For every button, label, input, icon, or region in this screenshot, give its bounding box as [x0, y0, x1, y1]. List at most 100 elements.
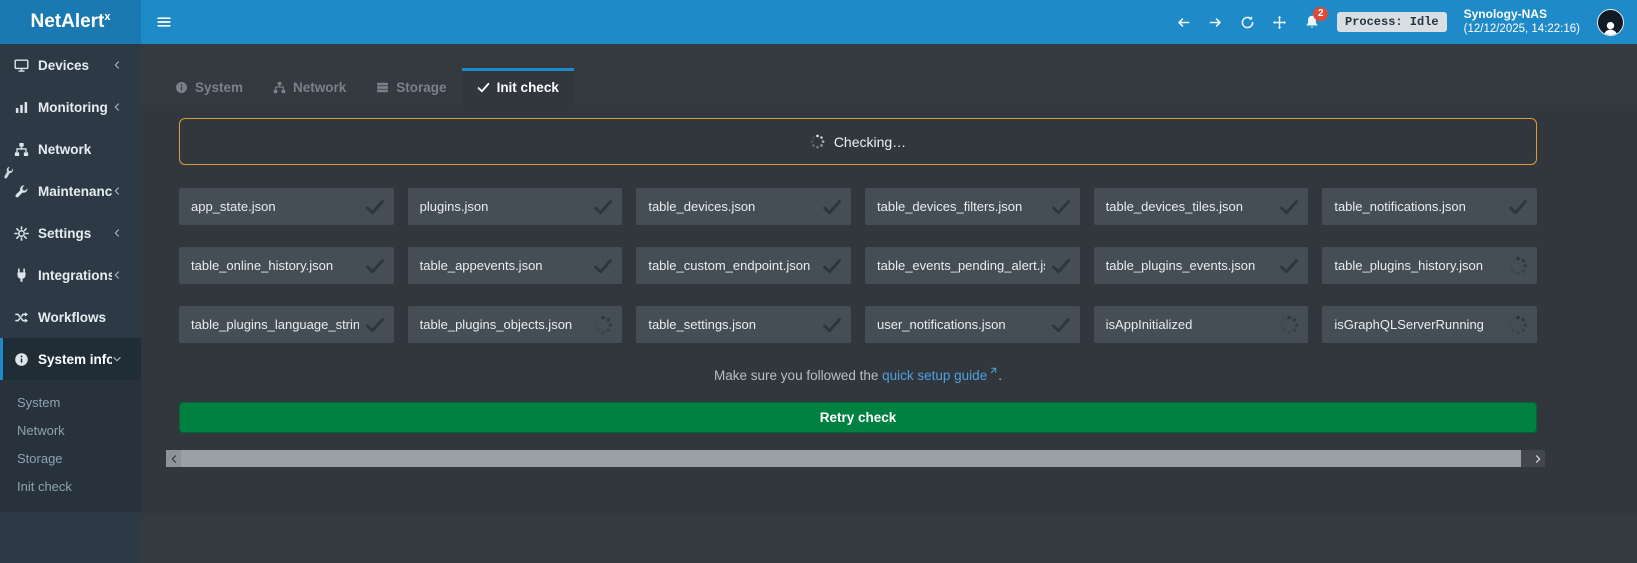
sidebar-subitem-storage[interactable]: Storage [0, 444, 141, 472]
sidebar-menu: Devices Monitoring Network Maintenance Setti… [0, 44, 141, 380]
top-navbar: NetAlertx 2 Process: Idle Synology-NAS (… [0, 0, 1637, 44]
sidebar-item-integrations[interactable]: Integrations [0, 254, 141, 296]
device-name: Synology-NAS [1464, 7, 1580, 23]
scroll-right-button[interactable] [1530, 450, 1545, 467]
arrow-left-icon [1176, 15, 1191, 30]
notification-badge: 2 [1313, 7, 1328, 21]
check-item-label: table_devices_filters.json [877, 199, 1022, 214]
scrollbar-track[interactable] [181, 450, 1530, 467]
scroll-left-button[interactable] [166, 450, 181, 467]
spinner-icon [810, 134, 825, 149]
sidebar-item-network[interactable]: Network [0, 128, 141, 170]
sidebar-subitem-network[interactable]: Network [0, 416, 141, 444]
plug-icon [14, 268, 29, 283]
check-item-table-custom-endpoint-json: table_custom_endpoint.json [636, 247, 851, 284]
sidebar: Devices Monitoring Network Maintenance Setti… [0, 44, 141, 563]
sidebar-item-devices[interactable]: Devices [0, 44, 141, 86]
sidebar-item-label: Maintenance [38, 184, 112, 199]
check-item-label: table_plugins_events.json [1106, 258, 1256, 273]
shuffle-icon [14, 310, 29, 325]
check-item-table-online-history-json: table_online_history.json [179, 247, 394, 284]
quick-setup-guide-link[interactable]: quick setup guide [882, 368, 987, 383]
tab-label: System [195, 80, 243, 95]
check-item-label: app_state.json [191, 199, 276, 214]
sidebar-item-settings[interactable]: Settings [0, 212, 141, 254]
check-item-table-plugins-history-json: table_plugins_history.json [1322, 247, 1537, 284]
notifications-button[interactable]: 2 [1304, 14, 1320, 30]
sidebar-subitem-init-check[interactable]: Init check [0, 472, 141, 500]
check-item-label: table_events_pending_alert.json [877, 258, 1045, 273]
scrollbar-thumb[interactable] [181, 450, 1521, 467]
check-item-label: plugins.json [420, 199, 489, 214]
tab-init-check[interactable]: Init check [462, 68, 574, 105]
navbar-actions: 2 Process: Idle Synology-NAS (12/12/2025… [1176, 0, 1637, 44]
check-item-isappinitialized: isAppInitialized [1094, 306, 1309, 343]
check-item-label: table_plugins_objects.json [420, 317, 573, 332]
tab-network[interactable]: Network [258, 68, 361, 105]
sidebar-toggle-button[interactable] [156, 14, 172, 30]
check-item-table-appevents-json: table_appevents.json [408, 247, 623, 284]
check-item-table-devices-tiles-json: table_devices_tiles.json [1094, 188, 1309, 225]
brand-sup: x [104, 12, 110, 23]
move-icon [1272, 15, 1287, 30]
spinner-icon [593, 315, 613, 335]
checking-message: Checking… [834, 134, 906, 150]
check-item-isgraphqlserverrunning: isGraphQLServerRunning [1322, 306, 1537, 343]
external-link-icon [988, 367, 997, 376]
desktop-icon [14, 58, 29, 73]
user-avatar[interactable] [1597, 9, 1624, 36]
check-item-label: isGraphQLServerRunning [1334, 317, 1484, 332]
refresh-button[interactable] [1240, 15, 1255, 30]
gear-icon [14, 226, 29, 241]
sitemap-icon [14, 142, 29, 157]
check-item-label: table_settings.json [648, 317, 756, 332]
check-item-table-events-pending-alert-json: table_events_pending_alert.json [865, 247, 1080, 284]
chart-icon [14, 100, 29, 115]
info-circle-icon [175, 81, 188, 94]
brand-logo[interactable]: NetAlertx [0, 0, 141, 44]
check-icon [477, 81, 490, 94]
setup-hint-suffix: . [998, 368, 1002, 383]
chevron-down-icon [112, 354, 122, 364]
tab-system[interactable]: System [160, 68, 258, 105]
wrench-icon [14, 184, 29, 199]
move-button[interactable] [1272, 15, 1287, 30]
check-item-label: table_plugins_language_strings.json [191, 317, 359, 332]
hdd-icon [376, 81, 389, 94]
main-content: System NetworkStorageInit check Checking…… [141, 44, 1637, 563]
device-info: Synology-NAS (12/12/2025, 14:22:16) [1464, 7, 1580, 38]
chevron-left-icon [112, 186, 122, 196]
sidebar-subitem-system[interactable]: System [0, 388, 141, 416]
sidebar-item-label: Monitoring [38, 100, 108, 115]
spinner-icon [1508, 315, 1528, 335]
check-item-table-settings-json: table_settings.json [636, 306, 851, 343]
check-item-label: table_appevents.json [420, 258, 543, 273]
check-icon [1051, 315, 1071, 335]
check-icon [1279, 197, 1299, 217]
sidebar-item-system-info[interactable]: System info [0, 338, 141, 380]
checking-status-box: Checking… [179, 118, 1537, 165]
retry-check-button[interactable]: Retry check [179, 402, 1537, 433]
chevron-left-icon [112, 270, 122, 280]
tab-storage[interactable]: Storage [361, 68, 461, 105]
chevron-right-icon [1533, 454, 1543, 464]
sidebar-item-label: Integrations [38, 268, 112, 283]
chevron-left-icon [169, 454, 179, 464]
spinner-icon [1508, 256, 1528, 276]
sidebar-item-workflows[interactable]: Workflows [0, 296, 141, 338]
check-item-label: user_notifications.json [877, 317, 1006, 332]
sidebar-item-monitoring[interactable]: Monitoring [0, 86, 141, 128]
horizontal-scrollbar[interactable] [166, 450, 1545, 467]
forward-button[interactable] [1208, 15, 1223, 30]
check-item-label: table_custom_endpoint.json [648, 258, 810, 273]
check-item-label: table_devices_tiles.json [1106, 199, 1243, 214]
spinner-icon [1279, 315, 1299, 335]
sidebar-item-label: Settings [38, 226, 91, 241]
check-item-table-plugins-language-strings-json: table_plugins_language_strings.json [179, 306, 394, 343]
check-icon [593, 197, 613, 217]
sidebar-item-maintenance[interactable]: Maintenance [0, 170, 141, 212]
back-button[interactable] [1176, 15, 1191, 30]
setup-hint: Make sure you followed the quick setup g… [179, 368, 1537, 383]
init-check-panel: Checking… app_state.json plugins.json tabl… [141, 105, 1637, 514]
check-item-label: table_notifications.json [1334, 199, 1466, 214]
